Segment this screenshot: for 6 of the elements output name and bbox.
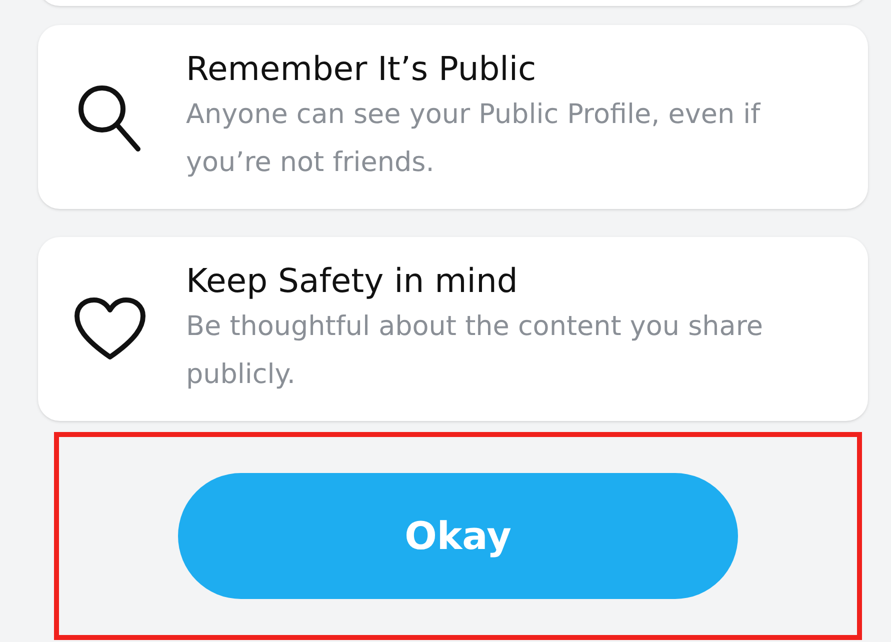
okay-button[interactable]: Okay <box>178 473 738 599</box>
tip-description: Anyone can see your Public Profile, even if you’re not friends. <box>186 98 762 180</box>
heart-icon <box>74 297 146 361</box>
tip-description: Be thoughtful about the content you share publicly. <box>186 310 764 392</box>
tip-title: Remember It’s Public <box>186 48 538 90</box>
tip-title: Keep Safety in mind <box>186 260 519 302</box>
